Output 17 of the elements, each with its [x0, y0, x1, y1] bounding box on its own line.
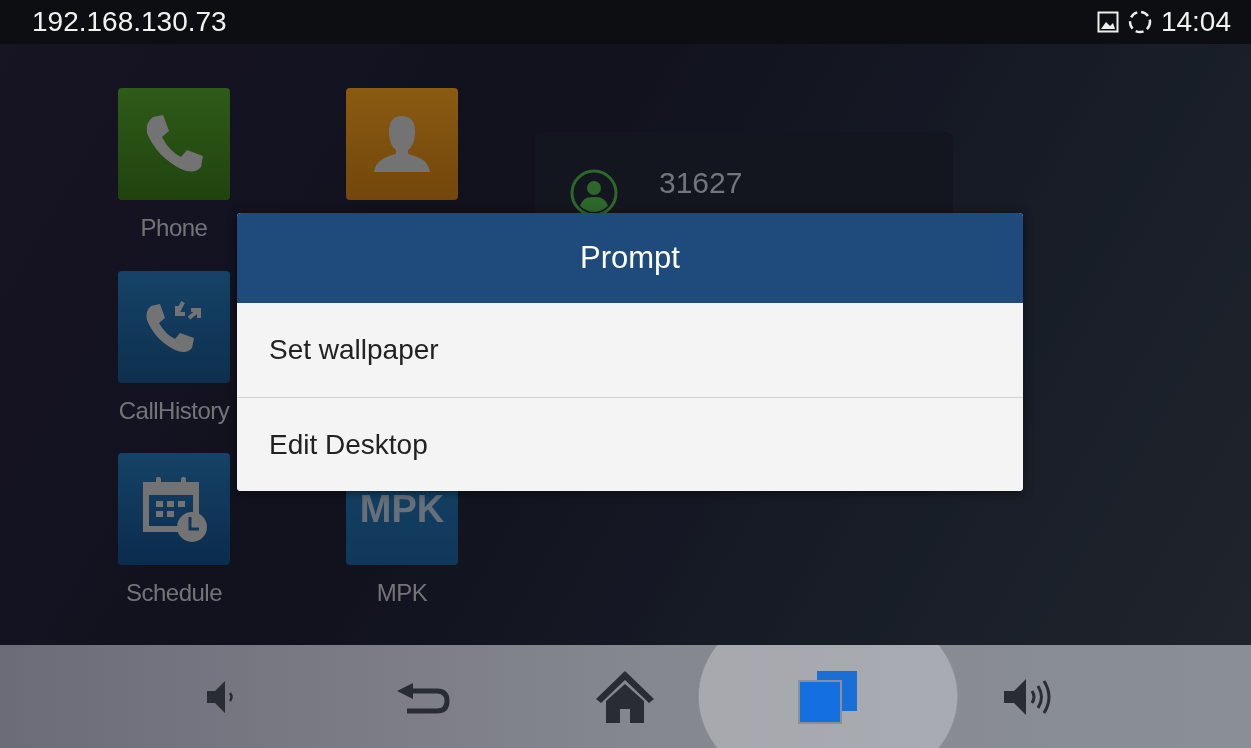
overlapping-squares-icon — [796, 668, 859, 725]
sync-icon — [1126, 9, 1153, 35]
app-label[interactable]: Schedule — [125, 575, 223, 611]
app-tile[interactable] — [346, 88, 458, 200]
app-label[interactable]: Phone — [140, 210, 208, 246]
ip-address: 192.168.130.73 — [32, 5, 227, 39]
dialog-title: Prompt — [237, 213, 1023, 303]
app-label[interactable]: MPK — [376, 575, 428, 611]
app-tile[interactable] — [118, 271, 230, 383]
app-tile[interactable] — [118, 453, 230, 565]
image-icon — [1096, 11, 1119, 33]
app-tile[interactable] — [118, 88, 230, 200]
menu-option[interactable]: Edit Desktop — [237, 397, 1023, 491]
menu-option[interactable]: Set wallpaper — [237, 303, 1023, 397]
clock: 14:04 — [1160, 5, 1231, 39]
app-label[interactable]: CallHistory — [118, 393, 230, 429]
contact-number: 31627 — [659, 165, 743, 201]
